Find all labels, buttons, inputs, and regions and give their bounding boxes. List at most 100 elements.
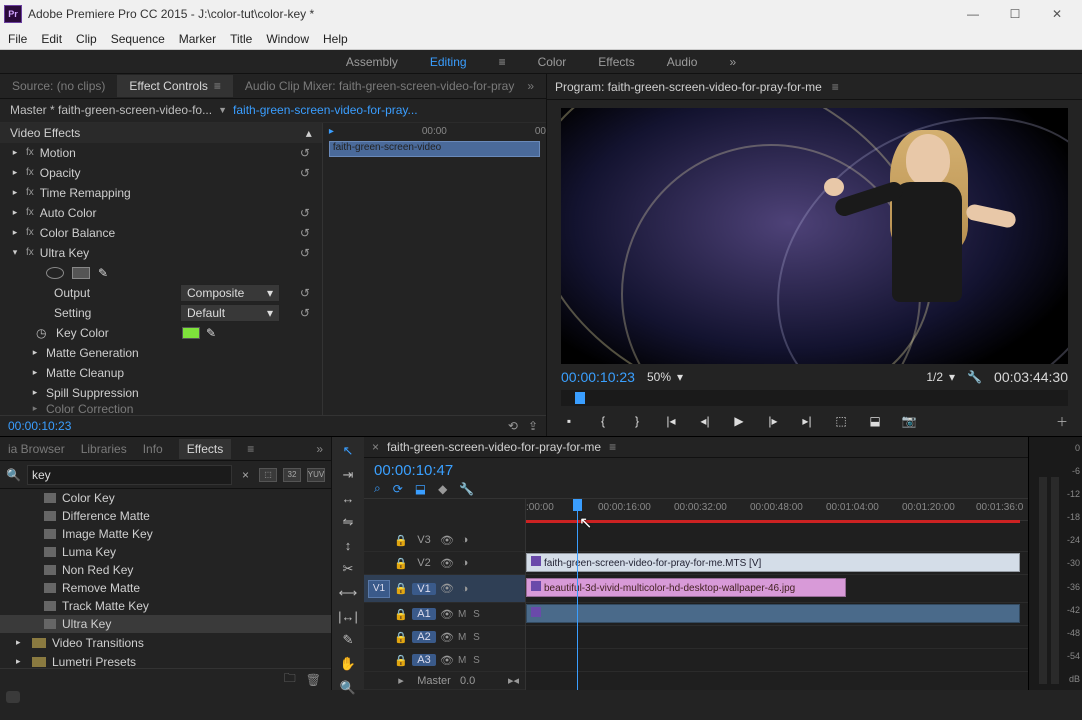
menu-sequence[interactable]: Sequence xyxy=(111,32,165,46)
export-frame-icon[interactable]: 📷 xyxy=(901,414,917,428)
effect-item[interactable]: Track Matte Key xyxy=(0,597,331,615)
effect-controls-timeline[interactable]: ▸00:0000 faith-green-screen-video xyxy=(322,123,546,415)
effects-folder[interactable]: ▸Video Transitions xyxy=(0,633,331,652)
ec-sequence-link[interactable]: faith-green-screen-video-for-pray... xyxy=(233,103,418,117)
rate-stretch-tool-icon[interactable]: ↕ xyxy=(338,538,358,553)
delete-icon[interactable]: 🗑 xyxy=(306,673,321,687)
effect-item[interactable]: Difference Matte xyxy=(0,507,331,525)
minimize-button[interactable]: — xyxy=(952,2,994,26)
menu-title[interactable]: Title xyxy=(230,32,252,46)
marker-icon[interactable]: ▪ xyxy=(561,414,577,428)
ellipse-mask-icon[interactable] xyxy=(46,267,64,279)
slip-tool-icon[interactable]: ⟷ xyxy=(338,585,358,601)
workspace-overflow[interactable]: » xyxy=(729,55,736,69)
tabs-overflow[interactable]: » xyxy=(515,75,546,97)
ec-timecode[interactable]: 00:00:10:23 xyxy=(8,419,71,433)
reset-icon[interactable]: ↺ xyxy=(300,306,314,320)
track-v1-header[interactable]: V1🔒V1👁◑ xyxy=(364,575,525,603)
panel-menu-icon[interactable]: ≡ xyxy=(832,80,839,94)
reset-icon[interactable]: ↺ xyxy=(300,146,314,160)
workspace-assembly[interactable]: Assembly xyxy=(346,55,398,69)
track-v3-lane[interactable] xyxy=(526,529,1028,552)
tab-info[interactable]: Info xyxy=(143,442,163,456)
stopwatch-icon[interactable]: ◷ xyxy=(36,326,50,340)
32bit-badge[interactable]: 32 xyxy=(283,468,301,482)
step-forward-icon[interactable]: |▸ xyxy=(765,414,781,428)
effects-folder[interactable]: ▸Lumetri Presets xyxy=(0,652,331,668)
effect-opacity[interactable]: ▸fxOpacity↺ xyxy=(0,163,322,183)
maximize-button[interactable]: ☐ xyxy=(994,2,1036,26)
export-icon[interactable]: ⇪ xyxy=(528,419,538,433)
go-to-in-icon[interactable]: |◂ xyxy=(663,414,679,428)
effect-motion[interactable]: ▸fxMotion↺ xyxy=(0,143,322,163)
accelerated-badge[interactable]: ⬚ xyxy=(259,468,277,482)
prop-matte-cleanup[interactable]: ▸Matte Cleanup xyxy=(0,363,322,383)
zoom-tool-icon[interactable]: 🔍 xyxy=(338,680,358,696)
program-playhead[interactable] xyxy=(575,392,585,404)
effect-item[interactable]: Luma Key xyxy=(0,543,331,561)
razor-tool-icon[interactable]: ✂ xyxy=(338,561,358,577)
pen-mask-icon[interactable]: ✎ xyxy=(98,266,108,280)
tab-audio-mixer[interactable]: Audio Clip Mixer: faith-green-screen-vid… xyxy=(233,75,515,97)
panel-menu-icon[interactable]: ≡ xyxy=(214,79,221,93)
menu-file[interactable]: File xyxy=(8,32,27,46)
source-patch-v1[interactable]: V1 xyxy=(368,580,390,598)
tab-media-browser[interactable]: ia Browser xyxy=(8,442,65,456)
mark-out-icon[interactable]: } xyxy=(629,414,645,428)
close-sequence-icon[interactable]: × xyxy=(372,440,379,454)
prop-matte-generation[interactable]: ▸Matte Generation xyxy=(0,343,322,363)
lift-icon[interactable]: ⬚ xyxy=(833,414,849,428)
go-to-out-icon[interactable]: ▸| xyxy=(799,414,815,428)
creative-cloud-icon[interactable] xyxy=(6,691,20,703)
key-color-swatch[interactable] xyxy=(182,327,200,339)
section-collapse-icon[interactable]: ▴ xyxy=(306,126,312,140)
chevron-down-icon[interactable]: ▼ xyxy=(218,105,227,115)
track-v2-lane[interactable]: faith-green-screen-video-for-pray-for-me… xyxy=(526,552,1028,575)
clip-a1[interactable] xyxy=(526,604,1020,623)
snap-icon[interactable]: ⌕ xyxy=(374,481,381,496)
timeline-ruler[interactable]: :00:00 00:00:16:00 00:00:32:00 00:00:48:… xyxy=(526,499,1028,521)
prop-color-correction[interactable]: ▸Color Correction xyxy=(0,403,322,415)
tab-effects[interactable]: Effects xyxy=(179,439,231,459)
program-timecode[interactable]: 00:00:10:23 xyxy=(561,369,635,385)
ripple-tool-icon[interactable]: ↔ xyxy=(338,491,358,506)
reset-icon[interactable]: ↺ xyxy=(300,206,314,220)
effect-item[interactable]: Non Red Key xyxy=(0,561,331,579)
selection-tool-icon[interactable]: ↖ xyxy=(338,443,358,459)
clip-v1[interactable]: beautiful-3d-vivid-multicolor-hd-desktop… xyxy=(526,578,846,597)
hand-tool-icon[interactable]: ✋ xyxy=(338,656,358,672)
workspace-audio[interactable]: Audio xyxy=(667,55,698,69)
workspace-color[interactable]: Color xyxy=(538,55,567,69)
tabs-overflow[interactable]: » xyxy=(316,442,323,456)
close-button[interactable]: ✕ xyxy=(1036,2,1078,26)
play-icon[interactable]: ▶ xyxy=(731,414,747,428)
resolution-dropdown[interactable]: 1/2 ▾ xyxy=(926,370,955,384)
tab-program[interactable]: Program: faith-green-screen-video-for-pr… xyxy=(555,80,822,94)
sequence-tab[interactable]: faith-green-screen-video-for-pray-for-me xyxy=(387,440,601,454)
timeline-playhead[interactable] xyxy=(577,499,578,690)
track-a3-header[interactable]: 🔒A3👁M S xyxy=(364,649,525,672)
panel-menu-icon[interactable]: ≡ xyxy=(247,442,254,456)
track-select-tool-icon[interactable]: ⇥ xyxy=(338,467,358,483)
meter-icon[interactable]: ▸◂ xyxy=(508,674,519,687)
effect-auto-color[interactable]: ▸fxAuto Color↺ xyxy=(0,203,322,223)
mark-in-icon[interactable]: { xyxy=(595,414,611,428)
linked-selection-icon[interactable]: ⟳ xyxy=(393,482,403,496)
extract-icon[interactable]: ⬓ xyxy=(867,414,883,428)
timeline-tracks[interactable]: :00:00 00:00:16:00 00:00:32:00 00:00:48:… xyxy=(526,499,1028,690)
menu-window[interactable]: Window xyxy=(266,32,309,46)
workspace-editing-menu[interactable]: ≡ xyxy=(499,55,506,69)
loop-icon[interactable]: ⟲ xyxy=(508,419,518,433)
setting-dropdown[interactable]: Default▾ xyxy=(180,304,280,322)
track-a2-header[interactable]: 🔒A2👁M S xyxy=(364,626,525,649)
pen-tool-icon[interactable]: ✎ xyxy=(338,632,358,648)
menu-clip[interactable]: Clip xyxy=(76,32,97,46)
menu-marker[interactable]: Marker xyxy=(179,32,216,46)
effect-item[interactable]: Image Matte Key xyxy=(0,525,331,543)
tab-source[interactable]: Source: (no clips) xyxy=(0,75,117,97)
program-monitor[interactable] xyxy=(561,108,1068,364)
track-a3-lane[interactable] xyxy=(526,649,1028,672)
workspace-editing[interactable]: Editing xyxy=(430,55,467,69)
step-back-icon[interactable]: ◂| xyxy=(697,414,713,428)
reset-icon[interactable]: ↺ xyxy=(300,246,314,260)
